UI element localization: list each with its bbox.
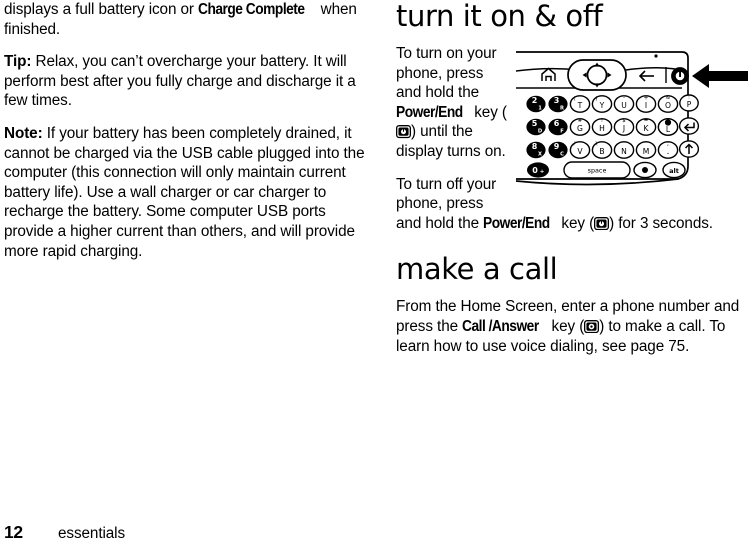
turn-off-tail: ) for 3 seconds. bbox=[609, 214, 713, 232]
svg-text:F: F bbox=[560, 129, 564, 135]
svg-text:J: J bbox=[622, 124, 625, 133]
footer-chapter-name: essentials bbox=[58, 525, 126, 542]
svg-text:I: I bbox=[645, 101, 647, 110]
svg-text:B: B bbox=[599, 147, 604, 156]
svg-text:#: # bbox=[578, 118, 583, 124]
paragraph-note: Note: If your battery has been completel… bbox=[4, 124, 374, 261]
svg-text:8: 8 bbox=[532, 142, 538, 151]
turn-on-tail: ) until the display turns on. bbox=[396, 123, 506, 160]
svg-text:M: M bbox=[643, 147, 650, 156]
heading-make-a-call: make a call bbox=[396, 252, 558, 287]
callout-arrow bbox=[692, 64, 748, 88]
svg-text:;: ; bbox=[667, 141, 669, 148]
turn-off-mid: key ( bbox=[557, 214, 595, 232]
power-end-key-icon bbox=[396, 125, 411, 139]
tip-label: Tip: bbox=[4, 53, 32, 71]
page-number: 12 bbox=[4, 522, 23, 542]
svg-text:': ' bbox=[623, 141, 624, 147]
svg-text:O: O bbox=[665, 101, 671, 110]
svg-text:9: 9 bbox=[554, 142, 560, 151]
svg-text:H: H bbox=[599, 124, 605, 133]
turn-on-mid: key ( bbox=[470, 103, 507, 121]
heading-turn-it-on-off: turn it on & off bbox=[396, 0, 603, 33]
svg-text:X: X bbox=[538, 152, 542, 158]
svg-text:T: T bbox=[577, 101, 583, 110]
turn-off-lead: To turn off your phone, press and hold t… bbox=[396, 175, 497, 232]
note-label: Note: bbox=[4, 124, 43, 142]
svg-text:-: - bbox=[623, 95, 625, 101]
term-charge-complete: Charge Complete bbox=[198, 1, 305, 18]
svg-text:5: 5 bbox=[532, 119, 538, 128]
svg-text:G: G bbox=[577, 124, 583, 133]
svg-text:1: 1 bbox=[538, 106, 542, 112]
make-call-mid: key ( bbox=[547, 317, 585, 335]
svg-text:+: + bbox=[540, 169, 545, 175]
svg-text:D: D bbox=[538, 129, 543, 135]
term-power-end-1: Power/End bbox=[396, 103, 463, 121]
page-footer: 12 essentials bbox=[4, 522, 404, 546]
paragraph-continued-text: displays a full battery icon or bbox=[4, 1, 199, 18]
phone-keypad-illustration: 21 3R 5D 6F 8X 9C 0 + T(Y) U- I+ O& P: … bbox=[516, 51, 748, 186]
svg-text:3: 3 bbox=[554, 96, 560, 105]
svg-text:2: 2 bbox=[532, 96, 538, 105]
manual-page: displays a full battery icon or Charge C… bbox=[0, 0, 751, 547]
right-text-column: turn it on & off 2 1 3 R 5 D 6 F 8 X 9 C… bbox=[396, 0, 748, 369]
svg-text:U: U bbox=[621, 101, 627, 110]
term-power-end-2: Power/End bbox=[483, 214, 550, 232]
left-text-column: displays a full battery icon or Charge C… bbox=[4, 0, 374, 274]
paragraph-tip: Tip: Relax, you can’t overcharge your ba… bbox=[4, 52, 374, 111]
svg-text:": " bbox=[645, 141, 647, 147]
phone-keypad-figure: 21 3R 5D 6F 8X 9C 0 + T (Y) U - I + O … bbox=[516, 48, 748, 206]
svg-text:&: & bbox=[666, 95, 670, 101]
svg-text:): ) bbox=[596, 96, 598, 102]
turn-on-lead: To turn on your phone, press and hold th… bbox=[396, 45, 497, 102]
paragraph-make-call: From the Home Screen, enter a phone numb… bbox=[396, 297, 748, 356]
svg-text:0: 0 bbox=[532, 166, 538, 175]
call-answer-key-icon bbox=[584, 319, 600, 334]
note-body: If your battery has been completely drai… bbox=[4, 124, 365, 260]
tip-body: Relax, you can’t overcharge your battery… bbox=[4, 53, 356, 110]
svg-text:!: ! bbox=[601, 118, 603, 124]
svg-text:V: V bbox=[577, 147, 583, 156]
svg-text:+: + bbox=[643, 95, 648, 102]
paragraph-continued: displays a full battery icon or Charge C… bbox=[4, 0, 374, 39]
svg-text:Y: Y bbox=[599, 101, 605, 110]
power-end-key[interactable] bbox=[671, 67, 689, 85]
svg-text:R: R bbox=[560, 106, 564, 112]
space-key-label: space bbox=[588, 167, 607, 175]
power-end-key-icon bbox=[594, 216, 610, 230]
svg-text:(: ( bbox=[574, 96, 576, 102]
svg-text:P: P bbox=[687, 100, 692, 109]
svg-text:$: $ bbox=[622, 118, 625, 124]
svg-text:=: = bbox=[644, 118, 649, 124]
svg-text:.: . bbox=[667, 147, 670, 157]
term-call-answer: Call /Answer bbox=[462, 317, 539, 335]
svg-text:6: 6 bbox=[554, 119, 560, 128]
svg-text:N: N bbox=[621, 147, 627, 156]
svg-text:C: C bbox=[560, 152, 564, 158]
svg-text:alt: alt bbox=[669, 167, 679, 175]
